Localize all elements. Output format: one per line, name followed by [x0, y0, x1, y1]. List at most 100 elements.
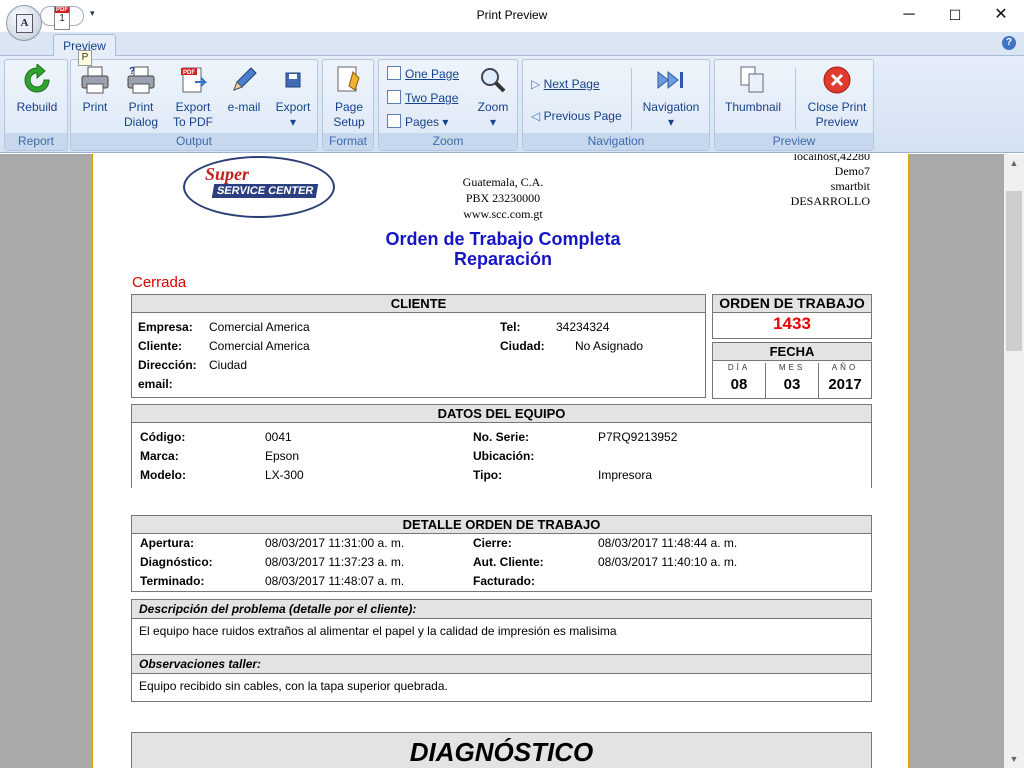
thumbnail-button[interactable]: Thumbnail: [721, 64, 785, 115]
orden-number: 1433: [773, 314, 811, 333]
ribbon: Rebuild Report Print ? Print Dialog PDF E…: [0, 56, 1024, 153]
group-label-format: Format: [323, 133, 373, 150]
print-dialog-label-1: Print: [128, 100, 154, 114]
fecha-anio: AÑO 2017: [819, 363, 871, 399]
help-icon[interactable]: ?: [1002, 36, 1016, 50]
print-dialog-button[interactable]: ? Print Dialog: [119, 64, 163, 130]
company-info: Guatemala, C.A. PBX 23230000 www.scc.com…: [393, 174, 613, 222]
one-page-icon: [387, 66, 401, 80]
report-subtitle: Reparación: [453, 249, 553, 269]
modelo-label: Modelo:: [140, 468, 186, 482]
close-button[interactable]: ✕: [978, 0, 1024, 32]
pdf-export-icon: PDF: [181, 67, 208, 93]
pages-label: Pages: [405, 115, 440, 129]
empresa-value: Comercial America: [209, 320, 310, 334]
cliente-value: Comercial America: [209, 339, 310, 353]
vertical-scrollbar[interactable]: ▲ ▼: [1004, 154, 1024, 768]
one-page-button[interactable]: One Page: [387, 66, 459, 82]
pencil-icon: [233, 67, 257, 91]
pages-button[interactable]: Pages ▾: [387, 114, 448, 130]
application-button[interactable]: A: [6, 5, 42, 41]
scrollbar-thumb[interactable]: [1006, 191, 1022, 351]
fecha-section: FECHA DÍA 08 MES 03 AÑO 2017: [712, 342, 872, 399]
tipo-value: Impresora: [598, 468, 653, 482]
document-viewer[interactable]: Super SERVICE CENTER Guatemala, C.A. PBX…: [0, 154, 1004, 768]
export-pdf-button[interactable]: PDF Export To PDF: [169, 64, 217, 130]
email-button[interactable]: e-mail: [223, 64, 265, 115]
direccion-label: Dirección:: [138, 358, 197, 372]
print-button[interactable]: Print: [75, 64, 115, 115]
scroll-up-icon[interactable]: ▲: [1004, 154, 1024, 172]
svg-text:PDF: PDF: [183, 70, 195, 76]
export-label: Export: [275, 100, 311, 114]
equipo-section: DATOS DEL EQUIPO Código: 0041 Marca: Eps…: [131, 404, 872, 488]
diagnostico-heading: DIAGNÓSTICO: [131, 732, 872, 768]
logo-text-super: Super: [205, 164, 250, 184]
serie-value: P7RQ9213952: [598, 430, 678, 444]
export-button[interactable]: Export ▾: [271, 64, 315, 130]
tipo-label: Tipo:: [473, 468, 503, 482]
zoom-button[interactable]: Zoom ▾: [471, 64, 515, 130]
empresa-label: Empresa:: [138, 320, 193, 334]
group-output: Print ? Print Dialog PDF Export To PDF e-m…: [70, 59, 318, 151]
navigation-button[interactable]: Navigation ▾: [639, 64, 703, 130]
cliente-header: CLIENTE: [132, 295, 705, 313]
meta-host: localhost,42280: [793, 154, 870, 163]
close-circle-icon: [823, 66, 851, 94]
double-arrow-icon: [657, 70, 683, 90]
detalle-section: DETALLE ORDEN DE TRABAJO Apertura: 08/03…: [131, 515, 872, 592]
rebuild-button[interactable]: Rebuild: [11, 64, 63, 115]
svg-text:?: ?: [129, 66, 135, 77]
separator: [631, 68, 632, 130]
printer-icon: [81, 66, 109, 94]
anio-value: 2017: [828, 376, 862, 393]
printer-dialog-icon: ?: [127, 66, 155, 94]
group-label-navigation: Navigation: [523, 133, 709, 150]
meta-db: Demo7: [834, 164, 870, 178]
codigo-label: Código:: [140, 430, 186, 444]
chevron-down-icon: ▾: [442, 115, 449, 129]
print-dialog-label-2: Dialog: [123, 115, 159, 129]
export-pdf-label-1: Export: [175, 100, 211, 114]
pages-grid-icon: [387, 114, 401, 128]
serie-label: No. Serie:: [473, 430, 530, 444]
report-meta: localhost,42280 Demo7 smartbit DESARROLL…: [791, 154, 870, 209]
dia-value: 08: [730, 376, 748, 393]
next-page-button[interactable]: ▷ Next Page: [531, 76, 600, 92]
previous-page-button[interactable]: ◁ Previous Page: [531, 108, 622, 124]
page-setup-icon: [337, 66, 360, 92]
terminado-label: Terminado:: [140, 574, 205, 588]
page-setup-button[interactable]: Page Setup: [327, 64, 371, 130]
apertura-label: Apertura:: [140, 536, 195, 550]
orden-header: ORDEN DE TRABAJO: [713, 295, 871, 313]
chevron-down-icon: ▾: [667, 115, 675, 129]
marca-label: Marca:: [140, 449, 179, 463]
group-zoom: One Page Two Page Pages ▾ Zoom ▾ Zoom: [378, 59, 518, 151]
rebuild-label: Rebuild: [16, 100, 58, 114]
refresh-icon: [24, 64, 50, 93]
close-print-preview-button[interactable]: Close Print Preview: [803, 64, 871, 130]
scroll-down-icon[interactable]: ▼: [1004, 750, 1024, 768]
anio-label: AÑO: [831, 363, 859, 372]
diagnostico-value: 08/03/2017 11:37:23 a. m.: [265, 555, 405, 569]
group-preview: Thumbnail Close Print Preview Preview: [714, 59, 874, 151]
separator: [795, 68, 796, 130]
arrow-left-icon: ◁: [531, 109, 541, 123]
maximize-button[interactable]: ☐: [932, 0, 978, 32]
fecha-header: FECHA: [713, 343, 871, 361]
observaciones-text: Equipo recibido sin cables, con la tapa …: [139, 679, 448, 693]
minimize-button[interactable]: ─: [886, 0, 932, 32]
codigo-value: 0041: [265, 430, 292, 444]
two-page-button[interactable]: Two Page: [387, 90, 458, 106]
report-title: Orden de Trabajo Completa Reparación: [293, 229, 713, 269]
problema-text: El equipo hace ruidos extraños al alimen…: [132, 619, 871, 655]
ciudad-label: Ciudad:: [500, 339, 545, 353]
group-label-zoom: Zoom: [379, 133, 517, 150]
email-label: e-mail: [227, 100, 261, 114]
company-city: Guatemala, C.A.: [462, 175, 544, 189]
thumbnail-label: Thumbnail: [724, 100, 782, 114]
magnifier-icon: [481, 68, 506, 93]
tel-label: Tel:: [500, 320, 521, 334]
chevron-down-icon: ▾: [289, 115, 297, 129]
keytip-badge: P: [78, 50, 92, 66]
